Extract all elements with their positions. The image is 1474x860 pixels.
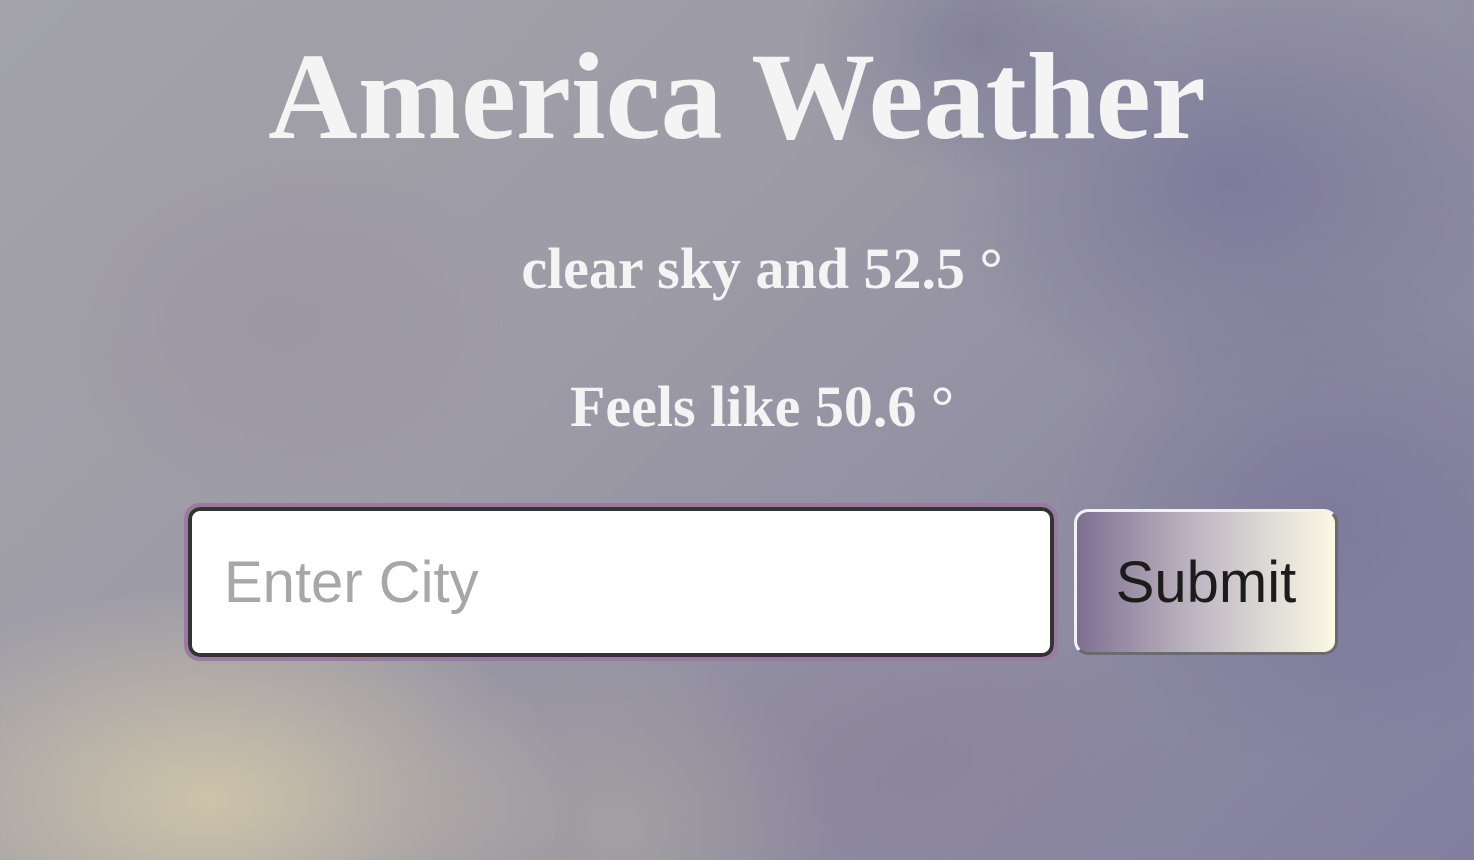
city-search-form: Submit (184, 503, 1338, 661)
page-title: America Weather (268, 28, 1206, 165)
feels-like-temperature: Feels like 50.6 ° (569, 374, 955, 439)
weather-description: clear sky and 52.5 ° (521, 236, 1003, 301)
submit-button[interactable]: Submit (1074, 509, 1338, 655)
city-input[interactable] (184, 503, 1058, 661)
